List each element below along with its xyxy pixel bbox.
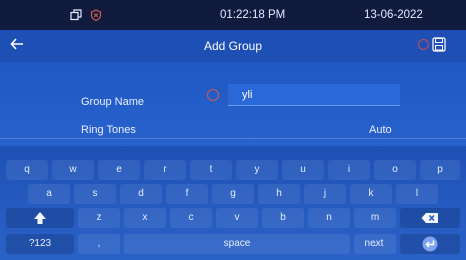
on-screen-keyboard: q w e r t y u i o p a s d f g h j k l z …	[0, 146, 466, 260]
enter-icon	[422, 236, 438, 252]
clear-field-icon[interactable]	[207, 89, 219, 101]
key-m[interactable]: m	[354, 208, 396, 228]
shield-x-icon	[90, 9, 102, 21]
backspace-key[interactable]	[400, 208, 460, 228]
key-l[interactable]: l	[396, 184, 438, 204]
status-date: 13-06-2022	[364, 9, 423, 21]
divider	[0, 138, 466, 139]
key-h[interactable]: h	[258, 184, 300, 204]
key-t[interactable]: t	[190, 160, 232, 180]
ring-tones-value[interactable]: Auto	[369, 124, 392, 136]
shift-key[interactable]	[6, 208, 74, 228]
key-v[interactable]: v	[216, 208, 258, 228]
key-k[interactable]: k	[350, 184, 392, 204]
key-f[interactable]: f	[166, 184, 208, 204]
key-a[interactable]: a	[28, 184, 70, 204]
key-n[interactable]: n	[308, 208, 350, 228]
page-title: Add Group	[203, 39, 263, 53]
key-j[interactable]: j	[304, 184, 346, 204]
status-circle-icon	[418, 39, 429, 50]
key-i[interactable]: i	[328, 160, 370, 180]
next-key[interactable]: next	[352, 234, 396, 254]
window-restore-icon	[70, 9, 82, 21]
group-name-input[interactable]	[228, 84, 400, 106]
key-w[interactable]: w	[52, 160, 94, 180]
key-b[interactable]: b	[262, 208, 304, 228]
shift-up-icon	[34, 212, 46, 224]
title-bar: Add Group	[0, 30, 466, 62]
key-q[interactable]: q	[6, 160, 48, 180]
ring-tones-label: Ring Tones	[81, 124, 136, 136]
status-bar: 01:22:18 PM 13-06-2022	[0, 0, 466, 30]
key-d[interactable]: d	[120, 184, 162, 204]
key-e[interactable]: e	[98, 160, 140, 180]
key-s[interactable]: s	[74, 184, 116, 204]
space-key[interactable]: space	[124, 234, 350, 254]
key-z[interactable]: z	[78, 208, 120, 228]
status-time: 01:22:18 PM	[220, 9, 286, 21]
key-o[interactable]: o	[374, 160, 416, 180]
backspace-icon	[421, 213, 438, 223]
comma-key[interactable]: ,	[78, 234, 120, 254]
enter-key[interactable]	[400, 234, 460, 254]
key-x[interactable]: x	[124, 208, 166, 228]
key-y[interactable]: y	[236, 160, 278, 180]
group-name-value: yli	[242, 89, 253, 101]
save-button[interactable]	[432, 37, 446, 52]
key-c[interactable]: c	[170, 208, 212, 228]
key-r[interactable]: r	[144, 160, 186, 180]
symbols-key[interactable]: ?123	[6, 234, 74, 254]
ring-tones-selected: Auto	[369, 124, 392, 136]
add-group-screen: 01:22:18 PM 13-06-2022 Add Group Group N…	[0, 0, 466, 260]
key-g[interactable]: g	[212, 184, 254, 204]
key-u[interactable]: u	[282, 160, 324, 180]
key-p[interactable]: p	[420, 160, 460, 180]
group-name-label: Group Name	[81, 96, 144, 108]
